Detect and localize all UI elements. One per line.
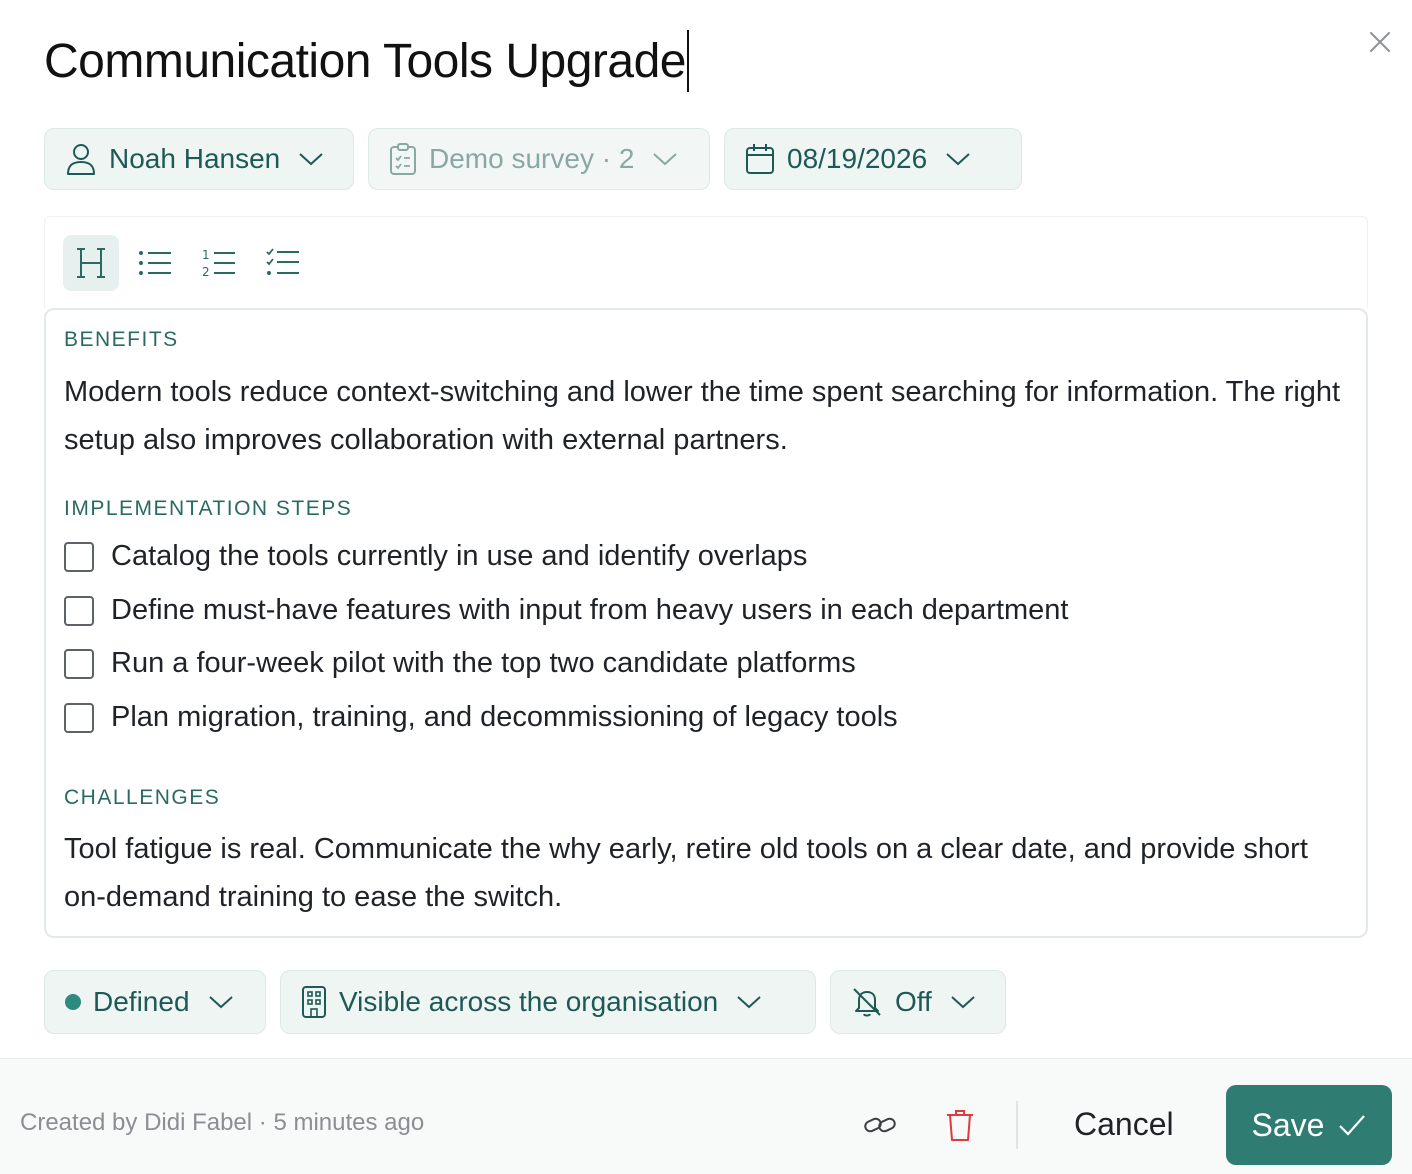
paragraph: Modern tools reduce context-switching an…: [64, 376, 1341, 456]
content-editor[interactable]: BENEFITS Modern tools reduce context-swi…: [44, 308, 1368, 938]
building-icon: [302, 986, 326, 1018]
checklist-item-text: Define must-have features with input fro…: [111, 594, 1069, 626]
chevron-down-icon: [653, 153, 678, 166]
svg-text:2: 2: [202, 265, 210, 278]
footer: Created by Didi Fabel · 5 minutes ago Ca…: [0, 1058, 1412, 1174]
formatting-toolbar: 1 2: [44, 216, 1368, 308]
checklist-item: Catalog the tools currently in use and i…: [64, 540, 807, 573]
due-date-dropdown[interactable]: 08/19/2026: [724, 128, 1022, 190]
title-row[interactable]: Communication Tools Upgrade: [44, 28, 689, 94]
section-heading: BENEFITS: [64, 328, 179, 351]
section-heading: CHALLENGES: [64, 786, 221, 809]
numbered-list-icon: 1 2: [202, 248, 235, 278]
checkbox[interactable]: [64, 702, 94, 733]
check-icon: [1339, 1115, 1366, 1136]
page-title[interactable]: Communication Tools Upgrade: [44, 34, 686, 89]
bell-off-icon: [853, 988, 881, 1017]
checklist-item-text: Run a four-week pilot with the top two c…: [111, 647, 856, 679]
checklist-item-text: Catalog the tools currently in use and i…: [111, 540, 808, 572]
trash-icon: [947, 1110, 973, 1141]
assignee-label: Noah Hansen: [109, 143, 281, 174]
survey-dropdown[interactable]: Demo survey · 2: [368, 128, 710, 190]
paragraph: Tool fatigue is real. Communicate the wh…: [64, 833, 1308, 913]
copy-link-button[interactable]: [860, 1105, 900, 1145]
status-label: Defined: [93, 986, 190, 1017]
created-info: Created by Didi Fabel · 5 minutes ago: [20, 1109, 425, 1136]
heading-button[interactable]: [63, 235, 119, 291]
chevron-down-icon: [951, 996, 975, 1009]
chevron-down-icon: [208, 996, 233, 1009]
chevron-down-icon: [299, 153, 323, 166]
calendar-icon: [746, 144, 774, 174]
checklist-button[interactable]: [255, 235, 311, 291]
checkbox[interactable]: [64, 648, 94, 679]
delete-button[interactable]: [940, 1105, 980, 1145]
bullet-list-button[interactable]: [127, 235, 183, 291]
close-button[interactable]: [1366, 28, 1394, 56]
text-cursor: [686, 30, 689, 92]
checkbox[interactable]: [64, 541, 94, 572]
notifications-dropdown[interactable]: Off: [830, 970, 1006, 1034]
bullet-list-icon: [139, 251, 171, 275]
notifications-label: Off: [895, 986, 932, 1017]
checklist-icon: [266, 248, 299, 275]
svg-text:1: 1: [202, 248, 210, 262]
chevron-down-icon: [737, 996, 761, 1009]
clipboard-icon: [390, 143, 416, 175]
numbered-list-button[interactable]: 1 2: [191, 235, 247, 291]
divider: [1016, 1101, 1018, 1149]
checkbox[interactable]: [64, 595, 94, 626]
heading-icon: [77, 248, 105, 278]
cancel-button[interactable]: Cancel: [1058, 1087, 1190, 1161]
survey-label: Demo survey · 2: [429, 143, 635, 174]
due-date-label: 08/19/2026: [787, 143, 928, 174]
chevron-down-icon: [946, 153, 970, 166]
close-icon: [1370, 32, 1390, 52]
assignee-dropdown[interactable]: Noah Hansen: [44, 128, 354, 190]
visibility-label: Visible across the organisation: [339, 986, 719, 1017]
save-button[interactable]: Save: [1226, 1085, 1392, 1165]
checklist-item-text: Plan migration, training, and decommissi…: [111, 701, 898, 733]
checklist-item: Define must-have features with input fro…: [64, 594, 1068, 627]
status-dot-icon: [65, 994, 81, 1010]
user-icon: [67, 144, 95, 175]
link-icon: [864, 1117, 896, 1133]
checklist-item: Run a four-week pilot with the top two c…: [64, 647, 856, 680]
save-label: Save: [1251, 1106, 1325, 1143]
visibility-dropdown[interactable]: Visible across the organisation: [280, 970, 816, 1034]
status-dropdown[interactable]: Defined: [44, 970, 266, 1034]
section-heading: IMPLEMENTATION STEPS: [64, 497, 353, 520]
checklist-item: Plan migration, training, and decommissi…: [64, 701, 898, 734]
